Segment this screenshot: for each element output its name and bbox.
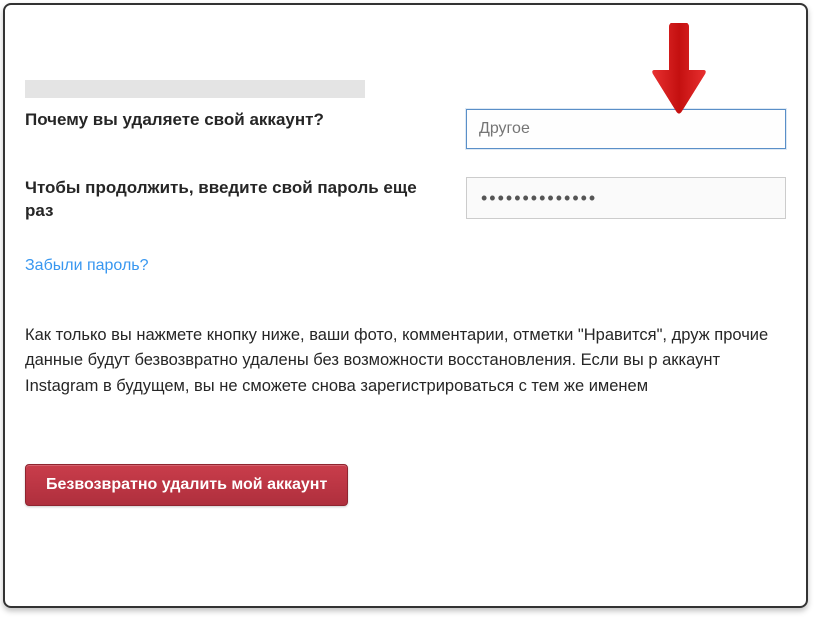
password-mask: ••••••••••••••: [481, 188, 597, 209]
reason-select[interactable]: Другое: [466, 109, 786, 149]
password-label: Чтобы продолжить, введите свой пароль ещ…: [25, 177, 466, 223]
placeholder-bar: [25, 80, 365, 98]
delete-account-button[interactable]: Безвозвратно удалить мой аккаунт: [25, 464, 348, 506]
forgot-password-link[interactable]: Забыли пароль?: [25, 257, 149, 275]
pointer-arrow-icon: [649, 21, 709, 116]
reason-select-value: Другое: [479, 120, 530, 138]
warning-text: Как только вы нажмете кнопку ниже, ваши …: [25, 323, 786, 400]
reason-label: Почему вы удаляете свой аккаунт?: [25, 109, 466, 132]
password-field[interactable]: ••••••••••••••: [466, 177, 786, 219]
